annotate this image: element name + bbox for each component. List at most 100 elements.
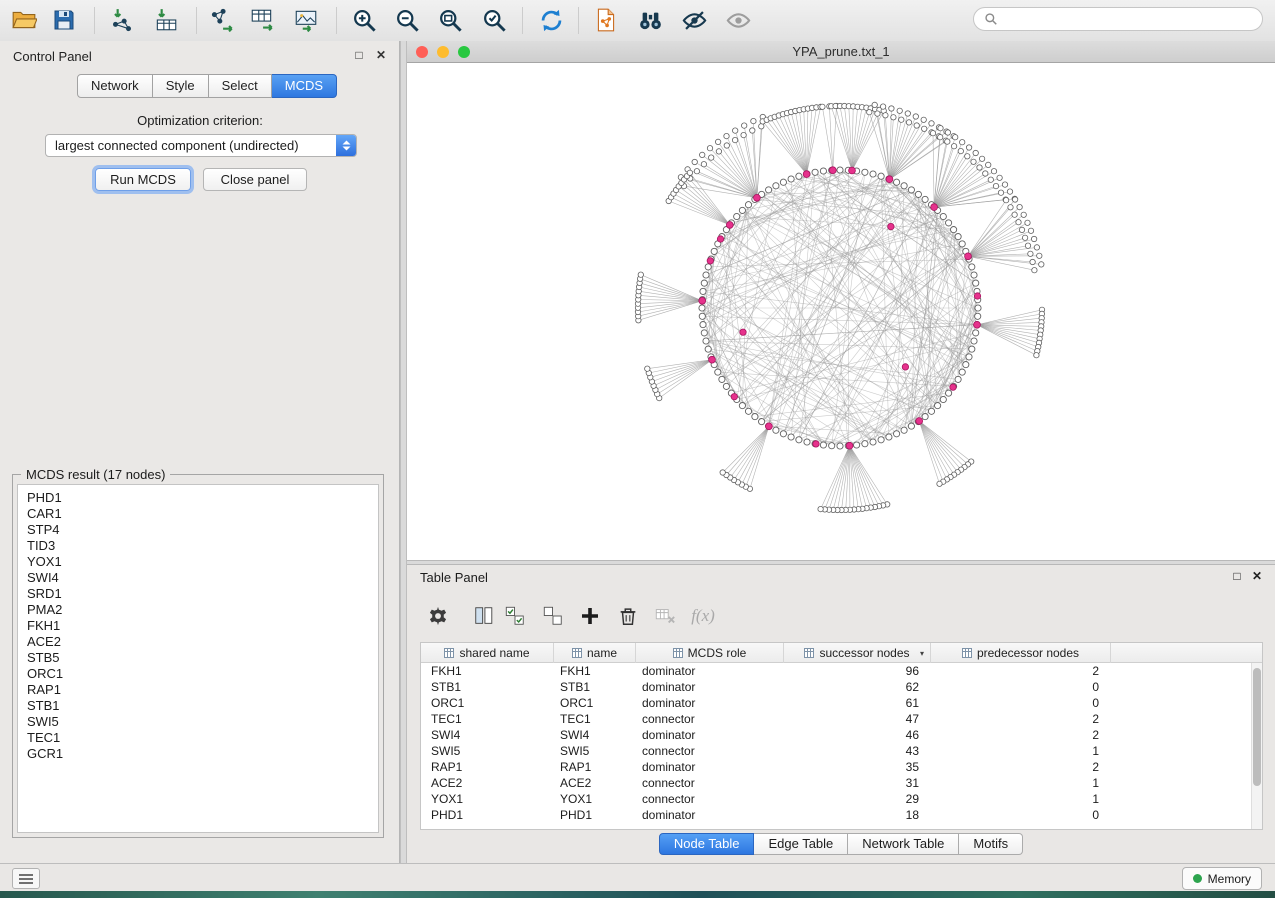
- delete-column-icon[interactable]: [613, 602, 643, 630]
- network-window-titlebar[interactable]: YPA_prune.txt_1: [407, 41, 1275, 63]
- tab-network[interactable]: Network: [77, 74, 153, 98]
- table-row[interactable]: PHD1 PHD1 dominator 18 0: [421, 807, 1262, 823]
- import-network-file-icon[interactable]: [106, 4, 138, 36]
- column-header-predecessor-nodes[interactable]: predecessor nodes: [931, 643, 1111, 663]
- successor-nodes-cell[interactable]: 46: [784, 727, 931, 743]
- table-row[interactable]: SWI5 SWI5 connector 43 1: [421, 743, 1262, 759]
- name-cell[interactable]: TEC1: [554, 711, 636, 727]
- tab-motifs[interactable]: Motifs: [959, 833, 1023, 855]
- mcds-role-cell[interactable]: connector: [636, 711, 784, 727]
- predecessor-nodes-cell[interactable]: 0: [931, 695, 1111, 711]
- predecessor-nodes-cell[interactable]: 1: [931, 743, 1111, 759]
- mcds-result-item[interactable]: CAR1: [27, 506, 378, 522]
- close-panel-button[interactable]: Close panel: [203, 168, 307, 191]
- table-row[interactable]: TEC1 TEC1 connector 47 2: [421, 711, 1262, 727]
- mcds-result-item[interactable]: SWI4: [27, 570, 378, 586]
- shared-name-cell[interactable]: ACE2: [421, 775, 554, 791]
- mcds-result-item[interactable]: GCR1: [27, 746, 378, 762]
- mcds-result-item[interactable]: PHD1: [27, 490, 378, 506]
- predecessor-nodes-cell[interactable]: 0: [931, 807, 1111, 823]
- mcds-result-item[interactable]: FKH1: [27, 618, 378, 634]
- minimize-window-icon[interactable]: [437, 46, 449, 58]
- successor-nodes-cell[interactable]: 62: [784, 679, 931, 695]
- successor-nodes-cell[interactable]: 43: [784, 743, 931, 759]
- mcds-role-cell[interactable]: dominator: [636, 727, 784, 743]
- import-table-file-icon[interactable]: [150, 4, 182, 36]
- export-network-icon[interactable]: [206, 4, 238, 36]
- select-all-icon[interactable]: [500, 602, 530, 630]
- table-row[interactable]: ACE2 ACE2 connector 31 1: [421, 775, 1262, 791]
- table-row[interactable]: STB1 STB1 dominator 62 0: [421, 679, 1262, 695]
- tab-network-table[interactable]: Network Table: [848, 833, 959, 855]
- save-session-icon[interactable]: [48, 4, 80, 36]
- table-scrollbar-thumb[interactable]: [1253, 668, 1261, 786]
- zoom-fit-icon[interactable]: [434, 4, 466, 36]
- show-columns-icon[interactable]: [469, 602, 499, 630]
- vertical-splitter[interactable]: [400, 41, 407, 863]
- export-table-icon[interactable]: [246, 4, 278, 36]
- maximize-window-icon[interactable]: [458, 46, 470, 58]
- predecessor-nodes-cell[interactable]: 2: [931, 759, 1111, 775]
- add-column-icon[interactable]: [575, 602, 605, 630]
- table-row[interactable]: RAP1 RAP1 dominator 35 2: [421, 759, 1262, 775]
- mcds-result-list[interactable]: PHD1 CAR1 STP4 TID3 YOX1 SWI4 SRD1 PMA2 …: [17, 484, 379, 833]
- mcds-role-cell[interactable]: connector: [636, 791, 784, 807]
- close-window-icon[interactable]: [416, 46, 428, 58]
- table-scrollbar[interactable]: [1251, 663, 1262, 829]
- tab-select[interactable]: Select: [209, 74, 272, 98]
- table-row[interactable]: FKH1 FKH1 dominator 96 2: [421, 663, 1262, 679]
- column-header-name[interactable]: name: [554, 643, 636, 663]
- predecessor-nodes-cell[interactable]: 2: [931, 711, 1111, 727]
- zoom-selected-icon[interactable]: [478, 4, 510, 36]
- name-cell[interactable]: SWI5: [554, 743, 636, 759]
- successor-nodes-cell[interactable]: 96: [784, 663, 931, 679]
- close-panel-icon[interactable]: ✕: [373, 48, 389, 62]
- shared-name-cell[interactable]: RAP1: [421, 759, 554, 775]
- criterion-select[interactable]: largest connected component (undirected): [45, 134, 357, 157]
- name-cell[interactable]: STB1: [554, 679, 636, 695]
- mcds-result-item[interactable]: STB1: [27, 698, 378, 714]
- mcds-result-item[interactable]: TEC1: [27, 730, 378, 746]
- predecessor-nodes-cell[interactable]: 2: [931, 727, 1111, 743]
- mcds-role-cell[interactable]: connector: [636, 743, 784, 759]
- table-row[interactable]: YOX1 YOX1 connector 29 1: [421, 791, 1262, 807]
- zoom-in-icon[interactable]: [348, 4, 380, 36]
- name-cell[interactable]: FKH1: [554, 663, 636, 679]
- export-image-icon[interactable]: [290, 4, 322, 36]
- successor-nodes-cell[interactable]: 47: [784, 711, 931, 727]
- predecessor-nodes-cell[interactable]: 2: [931, 663, 1111, 679]
- deselect-all-icon[interactable]: [538, 602, 568, 630]
- column-header-mcds-role[interactable]: MCDS role: [636, 643, 784, 663]
- mcds-result-item[interactable]: ACE2: [27, 634, 378, 650]
- shared-name-cell[interactable]: FKH1: [421, 663, 554, 679]
- successor-nodes-cell[interactable]: 18: [784, 807, 931, 823]
- mcds-result-item[interactable]: RAP1: [27, 682, 378, 698]
- name-cell[interactable]: SWI4: [554, 727, 636, 743]
- name-cell[interactable]: YOX1: [554, 791, 636, 807]
- shared-name-cell[interactable]: STB1: [421, 679, 554, 695]
- name-cell[interactable]: ACE2: [554, 775, 636, 791]
- mcds-result-item[interactable]: STP4: [27, 522, 378, 538]
- name-cell[interactable]: RAP1: [554, 759, 636, 775]
- status-menu-button[interactable]: [12, 868, 40, 889]
- hide-details-icon[interactable]: [678, 4, 710, 36]
- mcds-result-item[interactable]: ORC1: [27, 666, 378, 682]
- mcds-result-item[interactable]: SRD1: [27, 586, 378, 602]
- mcds-role-cell[interactable]: dominator: [636, 663, 784, 679]
- mcds-result-item[interactable]: STB5: [27, 650, 378, 666]
- refresh-layout-icon[interactable]: [535, 4, 567, 36]
- mcds-role-cell[interactable]: connector: [636, 775, 784, 791]
- mcds-result-item[interactable]: SWI5: [27, 714, 378, 730]
- successor-nodes-cell[interactable]: 35: [784, 759, 931, 775]
- predecessor-nodes-cell[interactable]: 1: [931, 775, 1111, 791]
- column-header-shared-name[interactable]: shared name: [421, 643, 554, 663]
- successor-nodes-cell[interactable]: 29: [784, 791, 931, 807]
- open-session-icon[interactable]: [8, 4, 40, 36]
- column-header-successor-nodes[interactable]: successor nodes ▾: [784, 643, 931, 663]
- shared-name-cell[interactable]: PHD1: [421, 807, 554, 823]
- predecessor-nodes-cell[interactable]: 0: [931, 679, 1111, 695]
- run-mcds-button[interactable]: Run MCDS: [95, 168, 191, 191]
- mcds-result-item[interactable]: YOX1: [27, 554, 378, 570]
- network-canvas[interactable]: [407, 63, 1274, 560]
- tab-mcds[interactable]: MCDS: [272, 74, 337, 98]
